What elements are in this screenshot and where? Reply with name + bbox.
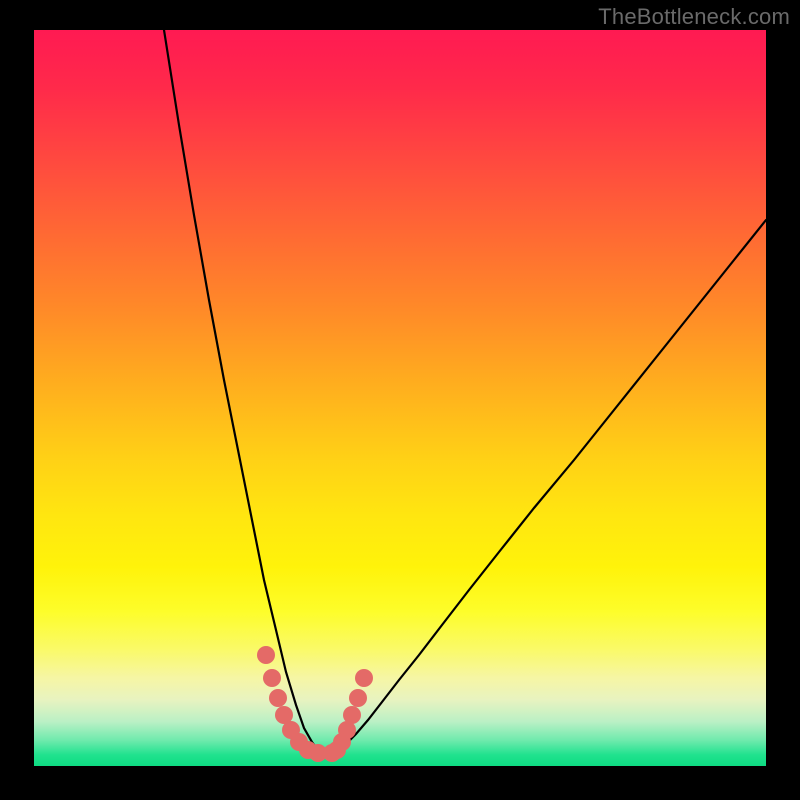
- data-dot: [349, 689, 367, 707]
- data-dot: [355, 669, 373, 687]
- left-curve: [164, 30, 322, 753]
- data-dot: [257, 646, 275, 664]
- dots-right: [323, 669, 373, 762]
- plot-area: [34, 30, 766, 766]
- chart-frame: TheBottleneck.com: [0, 0, 800, 800]
- curve-layer: [34, 30, 766, 766]
- dots-left: [257, 646, 327, 762]
- right-curve: [332, 220, 766, 753]
- data-dot: [263, 669, 281, 687]
- watermark-label: TheBottleneck.com: [598, 4, 790, 30]
- data-dot: [269, 689, 287, 707]
- data-dot: [323, 744, 341, 762]
